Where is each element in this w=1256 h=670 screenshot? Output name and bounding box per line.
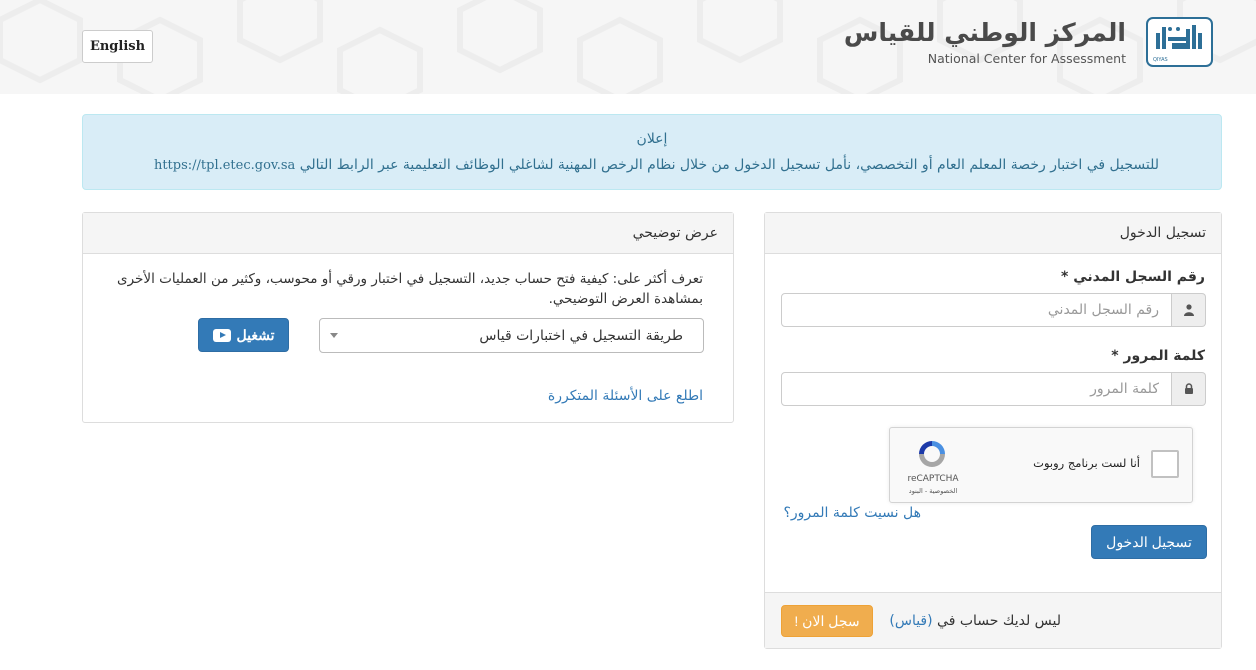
announcement-title: إعلان [636, 131, 668, 147]
password-group [781, 372, 1206, 406]
faq-link[interactable]: اطلع على الأسئلة المتكررة [548, 388, 703, 404]
password-input[interactable] [781, 372, 1172, 406]
register-now-button[interactable]: سجل الان ! [781, 605, 873, 637]
site-header: English المركز الوطني للقياس National Ce… [0, 0, 1256, 94]
demo-panel-heading: عرض توضيحي [83, 213, 733, 254]
no-account-text: ليس لديك حساب في (قياس) [889, 613, 1061, 629]
no-account-brand: (قياس) [889, 613, 933, 629]
lock-icon [1172, 372, 1206, 406]
recaptcha-terms-link[interactable]: الخصوصية - البنود [900, 487, 966, 495]
announcement-url-link[interactable]: https://tpl.etec.gov.sa [154, 158, 295, 173]
org-name-english: National Center for Assessment [927, 51, 1126, 66]
national-id-label: رقم السجل المدني * [1061, 269, 1205, 285]
play-label: تشغيل [236, 326, 275, 343]
chevron-down-icon [330, 333, 338, 338]
recaptcha-label: أنا لست برنامج روبوت [1033, 456, 1140, 470]
user-icon [1172, 293, 1206, 327]
password-label: كلمة المرور * [1111, 348, 1205, 364]
language-toggle-button[interactable]: English [82, 30, 153, 63]
announcement-body: للتسجيل في اختبار رخصة المعلم العام أو ا… [154, 157, 1159, 173]
demo-panel: عرض توضيحي تعرف أكثر على: كيفية فتح حساب… [82, 212, 734, 423]
org-name-arabic: المركز الوطني للقياس [843, 18, 1126, 47]
demo-video-select[interactable]: طريقة التسجيل في اختبارات قياس [319, 318, 704, 353]
national-id-input[interactable] [781, 293, 1172, 327]
demo-video-selected: طريقة التسجيل في اختبارات قياس [479, 327, 683, 344]
recaptcha-widget: أنا لست برنامج روبوت reCAPTCHA الخصوصية … [889, 427, 1193, 503]
recaptcha-brand: reCAPTCHA [907, 474, 959, 484]
logo-caption: QIYAS [1153, 57, 1168, 63]
recaptcha-checkbox[interactable] [1151, 450, 1179, 478]
login-submit-button[interactable]: تسجيل الدخول [1091, 525, 1207, 559]
play-demo-button[interactable]: تشغيل [198, 318, 289, 352]
login-panel: تسجيل الدخول رقم السجل المدني * كلمة الم… [764, 212, 1222, 649]
no-account-label: ليس لديك حساب في [937, 613, 1061, 629]
forgot-password-link[interactable]: هل نسيت كلمة المرور؟ [783, 505, 921, 521]
national-id-group [781, 293, 1206, 327]
header-pattern [0, 0, 1256, 94]
announcement-alert: إعلان للتسجيل في اختبار رخصة المعلم العا… [82, 114, 1222, 190]
recaptcha-icon [919, 441, 945, 467]
login-panel-heading: تسجيل الدخول [765, 213, 1221, 254]
youtube-play-icon [212, 328, 231, 342]
demo-description: تعرف أكثر على: كيفية فتح حساب جديد، التس… [117, 271, 703, 307]
register-footer: ليس لديك حساب في (قياس) سجل الان ! [765, 592, 1221, 648]
announcement-text: للتسجيل في اختبار رخصة المعلم العام أو ا… [299, 157, 1159, 173]
